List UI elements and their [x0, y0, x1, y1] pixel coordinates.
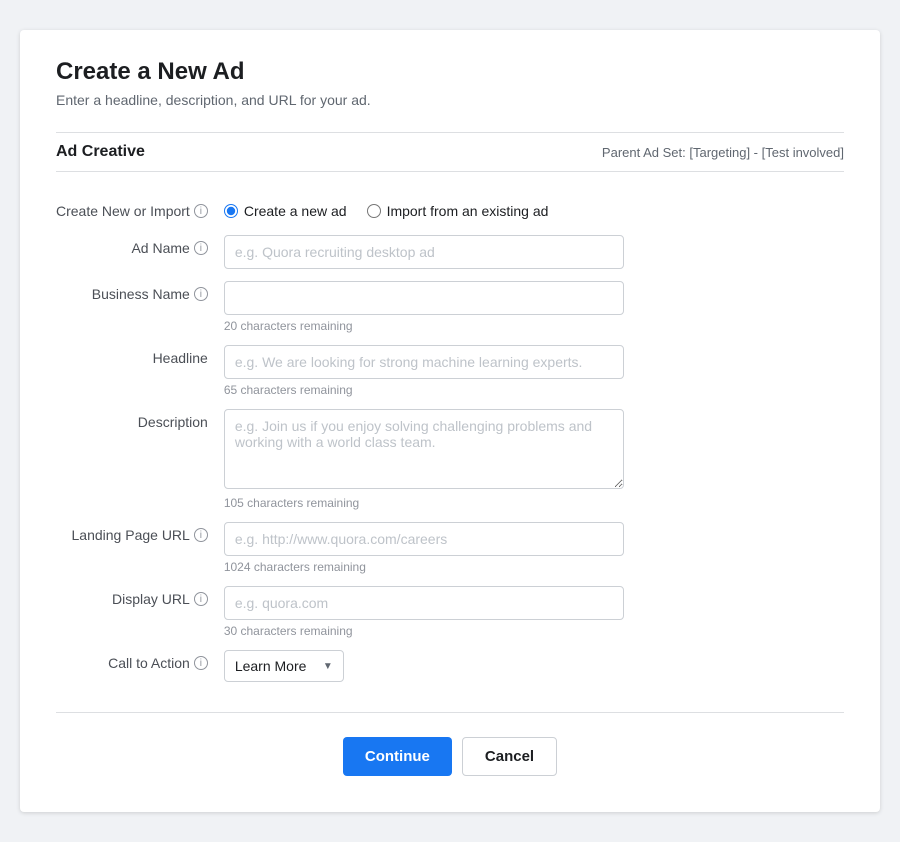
- business-name-chars: 20 characters remaining: [224, 319, 844, 333]
- headline-chars: 65 characters remaining: [224, 383, 844, 397]
- landing-page-url-label: Landing Page URL i: [72, 527, 208, 543]
- landing-page-url-chars: 1024 characters remaining: [224, 560, 844, 574]
- ad-name-input-cell: [224, 229, 844, 275]
- headline-input-cell: 65 characters remaining: [224, 339, 844, 403]
- landing-page-url-input-cell: 1024 characters remaining: [224, 516, 844, 580]
- headline-row: Headline 65 characters remaining: [56, 339, 844, 403]
- description-chars: 105 characters remaining: [224, 496, 844, 510]
- business-name-info-icon[interactable]: i: [194, 287, 208, 301]
- business-name-label-cell: Business Name i: [56, 275, 224, 339]
- display-url-row: Display URL i 30 characters remaining: [56, 580, 844, 644]
- headline-label-cell: Headline: [56, 339, 224, 403]
- business-name-input-cell: 20 characters remaining: [224, 275, 844, 339]
- section-header: Ad Creative Parent Ad Set: [Targeting] -…: [56, 132, 844, 172]
- call-to-action-input-cell: Learn More ▼: [224, 644, 844, 688]
- description-row: Description 105 characters remaining: [56, 403, 844, 516]
- ad-name-info-icon[interactable]: i: [194, 241, 208, 255]
- continue-button[interactable]: Continue: [343, 737, 452, 776]
- radio-import-text: Import from an existing ad: [387, 203, 549, 219]
- ad-name-label-cell: Ad Name i: [56, 229, 224, 275]
- business-name-row: Business Name i 20 characters remaining: [56, 275, 844, 339]
- footer-buttons: Continue Cancel: [56, 737, 844, 776]
- business-name-label: Business Name i: [92, 286, 208, 302]
- description-label-cell: Description: [56, 403, 224, 516]
- footer-divider: [56, 712, 844, 713]
- radio-import[interactable]: [367, 204, 381, 218]
- create-new-or-import-label: Create New or Import i: [56, 203, 208, 219]
- display-url-input-cell: 30 characters remaining: [224, 580, 844, 644]
- display-url-label: Display URL i: [112, 591, 208, 607]
- description-input-cell: 105 characters remaining: [224, 403, 844, 516]
- description-input[interactable]: [224, 409, 624, 489]
- ad-name-input[interactable]: [224, 235, 624, 269]
- call-to-action-label: Call to Action i: [108, 655, 208, 671]
- business-name-input[interactable]: [224, 281, 624, 315]
- ad-name-label: Ad Name i: [131, 240, 207, 256]
- radio-import-label[interactable]: Import from an existing ad: [367, 203, 549, 219]
- display-url-input[interactable]: [224, 586, 624, 620]
- display-url-chars: 30 characters remaining: [224, 624, 844, 638]
- ad-name-row: Ad Name i: [56, 229, 844, 275]
- call-to-action-dropdown[interactable]: Learn More ▼: [224, 650, 344, 682]
- section-title: Ad Creative: [56, 143, 145, 161]
- radio-create-new[interactable]: [224, 204, 238, 218]
- radio-group: Create a new ad Import from an existing …: [224, 198, 844, 219]
- create-new-or-import-input-cell: Create a new ad Import from an existing …: [224, 192, 844, 229]
- headline-input[interactable]: [224, 345, 624, 379]
- landing-page-url-label-cell: Landing Page URL i: [56, 516, 224, 580]
- landing-page-url-input[interactable]: [224, 522, 624, 556]
- call-to-action-info-icon[interactable]: i: [194, 656, 208, 670]
- page-container: Create a New Ad Enter a headline, descri…: [20, 30, 880, 812]
- landing-page-url-row: Landing Page URL i 1024 characters remai…: [56, 516, 844, 580]
- landing-page-url-info-icon[interactable]: i: [194, 528, 208, 542]
- create-new-or-import-label-cell: Create New or Import i: [56, 192, 224, 229]
- radio-create-new-label[interactable]: Create a new ad: [224, 203, 347, 219]
- headline-label: Headline: [153, 350, 208, 366]
- call-to-action-value: Learn More: [235, 658, 307, 674]
- display-url-label-cell: Display URL i: [56, 580, 224, 644]
- create-new-or-import-info-icon[interactable]: i: [194, 204, 208, 218]
- page-title: Create a New Ad: [56, 58, 844, 86]
- create-new-or-import-row: Create New or Import i Create a new ad I…: [56, 192, 844, 229]
- description-label: Description: [138, 414, 208, 430]
- chevron-down-icon: ▼: [323, 661, 333, 672]
- cancel-button[interactable]: Cancel: [462, 737, 557, 776]
- form-table: Create New or Import i Create a new ad I…: [56, 192, 844, 688]
- page-subtitle: Enter a headline, description, and URL f…: [56, 92, 844, 108]
- call-to-action-label-cell: Call to Action i: [56, 644, 224, 688]
- parent-ad-set: Parent Ad Set: [Targeting] - [Test invol…: [602, 145, 844, 160]
- radio-create-new-text: Create a new ad: [244, 203, 347, 219]
- display-url-info-icon[interactable]: i: [194, 592, 208, 606]
- call-to-action-row: Call to Action i Learn More ▼: [56, 644, 844, 688]
